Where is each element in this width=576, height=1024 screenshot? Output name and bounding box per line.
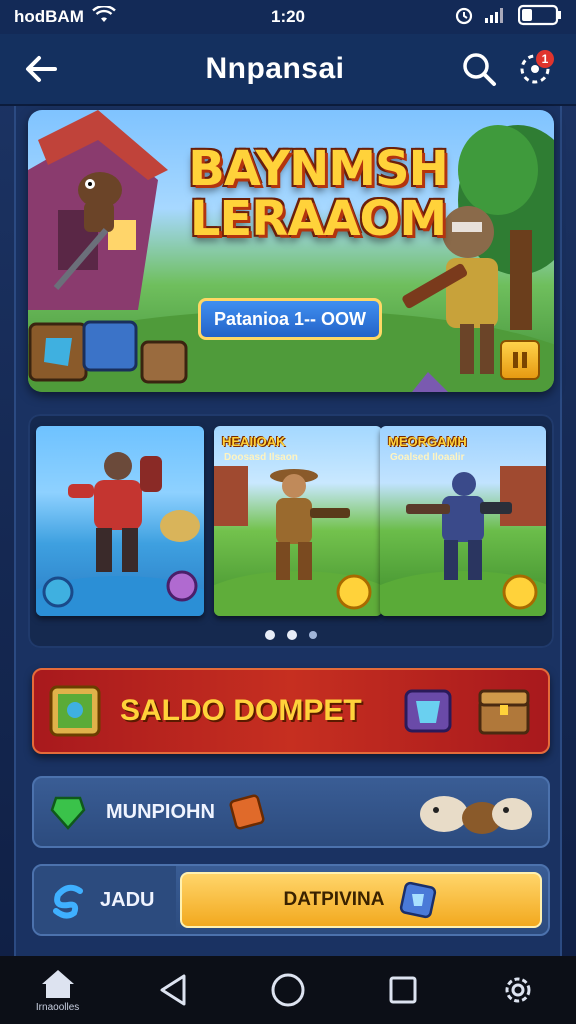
pets-icon bbox=[420, 796, 532, 834]
hero-title: BAYNMSH LERAAOM bbox=[188, 141, 449, 247]
button-label: DATPIVINA bbox=[283, 889, 385, 910]
blue-gem-box-icon bbox=[400, 881, 437, 919]
game-card[interactable]: MEORGAMH Goalsed Iloaalir bbox=[380, 426, 546, 616]
map-tile-icon bbox=[49, 685, 101, 737]
bottom-navigation: Irnaoolles bbox=[0, 956, 576, 1024]
nav-back[interactable] bbox=[128, 956, 218, 1024]
battery-icon bbox=[517, 4, 562, 31]
game-card[interactable]: HEAIIOAK Doosasd Ilsaon bbox=[214, 426, 382, 616]
status-bar: hodBAM 1:20 bbox=[0, 0, 576, 34]
carousel-dot[interactable] bbox=[309, 631, 317, 639]
wallet-label: SALDO DOMPET bbox=[120, 694, 362, 727]
card-title: HEAIIOAK bbox=[222, 434, 286, 449]
game-card[interactable] bbox=[36, 426, 204, 616]
main-content: BAYNMSH LERAAOM Patanioa 1-- OOW HEAIIOA… bbox=[14, 106, 562, 956]
nav-recents[interactable] bbox=[358, 956, 448, 1024]
swirl-icon bbox=[53, 884, 83, 919]
home-icon bbox=[41, 969, 74, 998]
carousel-pagination bbox=[28, 630, 554, 640]
row-label: JADU bbox=[100, 888, 155, 911]
red-robot-warrior-illustration bbox=[36, 452, 204, 616]
carousel-dot-active[interactable] bbox=[287, 630, 297, 640]
game-carousel[interactable]: HEAIIOAK Doosasd Ilsaon MEORGAMH Goalsed… bbox=[28, 414, 554, 648]
alarm-icon bbox=[454, 5, 474, 30]
carrier-label: hodBAM bbox=[14, 7, 84, 26]
hero-banner[interactable]: BAYNMSH LERAAOM Patanioa 1-- OOW bbox=[28, 110, 554, 392]
nav-home[interactable]: Irnaoolles bbox=[13, 956, 103, 1024]
gem-box-icon bbox=[404, 689, 452, 733]
wallet-balance-button[interactable]: SALDO DOMPET bbox=[32, 668, 550, 754]
circle-home-icon bbox=[271, 973, 305, 1007]
wifi-icon bbox=[92, 4, 116, 29]
back-button[interactable] bbox=[18, 46, 64, 92]
notifications-button[interactable]: 1 bbox=[512, 46, 558, 92]
app-header: Nnpansai 1 bbox=[0, 34, 576, 106]
hero-cta-button[interactable]: Patanioa 1-- OOW bbox=[198, 298, 382, 340]
signal-icon bbox=[484, 6, 508, 29]
green-gem-icon bbox=[50, 796, 86, 830]
nav-home-label: Irnaoolles bbox=[35, 1001, 80, 1013]
nav-home-circle[interactable] bbox=[243, 956, 333, 1024]
triangle-back-icon bbox=[160, 974, 186, 1006]
card-subtitle: Goalsed Iloaalir bbox=[390, 452, 465, 463]
gear-icon bbox=[505, 977, 531, 1003]
treasure-chest-icon bbox=[478, 689, 530, 735]
orange-crystal-icon bbox=[229, 794, 265, 830]
primary-action-button[interactable]: DATPIVINA bbox=[180, 872, 542, 928]
carousel-dot[interactable] bbox=[265, 630, 275, 640]
row-left-section[interactable]: JADU bbox=[34, 866, 176, 934]
search-icon bbox=[463, 53, 496, 86]
pause-icon[interactable] bbox=[500, 340, 540, 380]
nav-settings[interactable] bbox=[473, 956, 563, 1024]
menu-row[interactable]: MUNPIOHN bbox=[32, 776, 550, 848]
menu-row: JADU DATPIVINA bbox=[32, 864, 550, 936]
notification-badge: 1 bbox=[536, 50, 554, 68]
arrow-left-icon bbox=[26, 56, 57, 82]
search-button[interactable] bbox=[456, 46, 502, 92]
page-title: Nnpansai bbox=[205, 52, 345, 85]
square-recents-icon bbox=[389, 976, 417, 1004]
card-subtitle: Doosasd Ilsaon bbox=[224, 452, 298, 463]
clock: 1:20 bbox=[270, 7, 306, 26]
row-label: MUNPIOHN bbox=[106, 800, 215, 823]
card-title: MEORGAMH bbox=[388, 434, 467, 449]
